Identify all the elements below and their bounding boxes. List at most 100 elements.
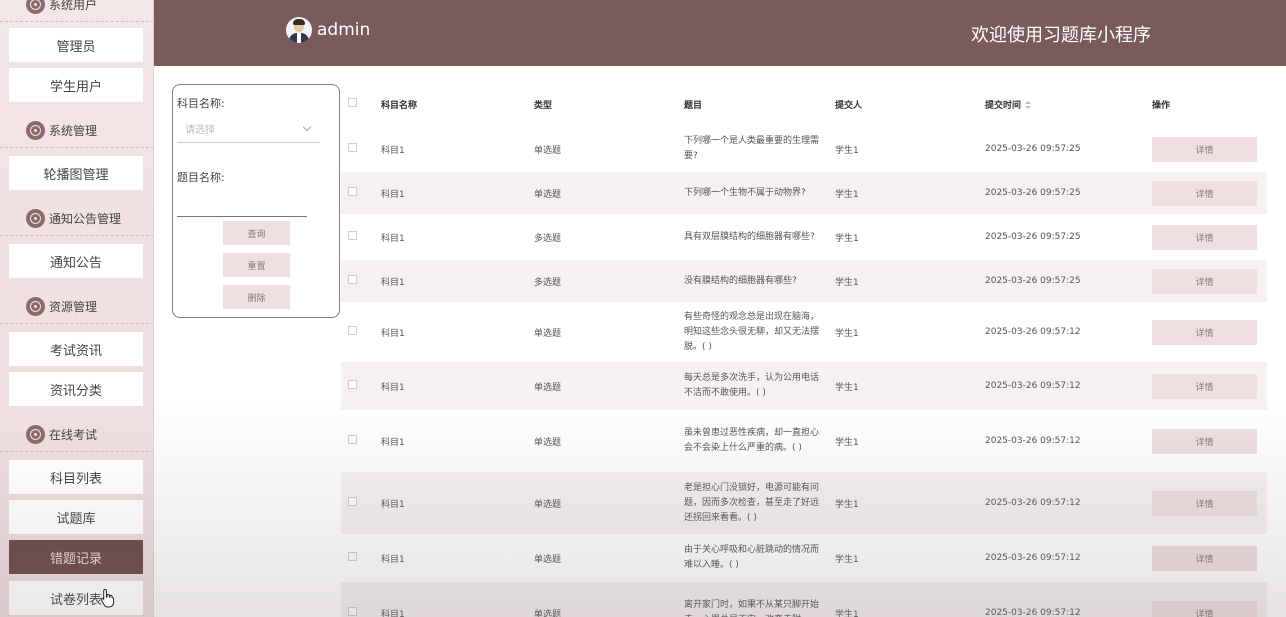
row-checkbox[interactable] — [348, 326, 357, 335]
hand-pointer-icon — [100, 588, 115, 608]
row-checkbox[interactable] — [348, 143, 357, 152]
detail-button[interactable]: 详情 — [1152, 268, 1257, 294]
sidebar-group-resources[interactable]: 资源管理 — [0, 290, 153, 324]
cell-question: 由于关心呼吸和心脏跳动的情况而难以入睡。( ) — [684, 534, 835, 582]
sidebar-item-wrong-answers[interactable]: 错题记录 — [9, 540, 143, 574]
sidebar-group-label: 通知公告管理 — [49, 212, 122, 226]
wrong-answers-table-container: 科目名称 类型 题目 提交人 提交时间 操作 科目1 单选题 下列哪一个是人类最… — [341, 82, 1267, 617]
detail-button[interactable]: 详情 — [1152, 136, 1257, 162]
row-checkbox[interactable] — [348, 275, 357, 284]
sidebar-item-exam-news[interactable]: 考试资讯 — [9, 332, 143, 366]
sidebar-item-question-bank[interactable]: 试题库 — [9, 500, 143, 534]
cell-subject: 科目1 — [381, 126, 534, 172]
column-header-action: 操作 — [1152, 82, 1267, 126]
detail-button[interactable]: 详情 — [1152, 180, 1257, 206]
row-checkbox[interactable] — [348, 607, 357, 616]
subject-select[interactable]: 请选择 — [177, 115, 320, 143]
cell-time: 2025-03-26 09:57:25 — [985, 126, 1152, 172]
cell-time: 2025-03-26 09:57:12 — [985, 472, 1152, 534]
question-input[interactable] — [177, 193, 307, 217]
wrong-answers-table: 科目名称 类型 题目 提交人 提交时间 操作 科目1 单选题 下列哪一个是人类最… — [341, 82, 1267, 617]
row-checkbox[interactable] — [348, 552, 357, 561]
cell-subject: 科目1 — [381, 410, 534, 472]
cell-question: 具有双层膜结构的细胞器有哪些? — [684, 214, 835, 260]
sidebar-group-online-exam[interactable]: 在线考试 — [0, 418, 153, 452]
detail-button[interactable]: 详情 — [1152, 373, 1257, 399]
sidebar-item-notices[interactable]: 通知公告 — [9, 244, 143, 278]
chevron-down-icon — [302, 122, 312, 132]
cell-submitter: 学生1 — [835, 172, 985, 214]
sidebar-group-system-management[interactable]: 系统管理 — [0, 114, 153, 148]
cell-submitter: 学生1 — [835, 534, 985, 582]
cell-submitter: 学生1 — [835, 214, 985, 260]
sidebar-group-label: 在线考试 — [49, 428, 98, 442]
column-header-subject: 科目名称 — [381, 82, 534, 126]
detail-button[interactable]: 详情 — [1152, 319, 1257, 345]
sidebar-item-students[interactable]: 学生用户 — [9, 68, 143, 102]
row-checkbox[interactable] — [348, 435, 357, 444]
column-header-type: 类型 — [534, 82, 684, 126]
detail-button[interactable]: 详情 — [1152, 490, 1257, 516]
sort-icon[interactable] — [1025, 101, 1032, 109]
column-header-time[interactable]: 提交时间 — [985, 82, 1152, 126]
detail-button[interactable]: 详情 — [1152, 224, 1257, 250]
cell-type: 单选题 — [534, 582, 684, 617]
avatar[interactable] — [286, 17, 312, 43]
sidebar-item-carousel[interactable]: 轮播图管理 — [9, 156, 143, 190]
table-row: 科目1 单选题 每天总是多次洗手，认为公用电话不洁而不敢使用。( ) 学生1 2… — [341, 362, 1267, 410]
sidebar-item-exam-papers[interactable]: 试卷列表 — [9, 581, 143, 615]
row-checkbox[interactable] — [348, 380, 357, 389]
cell-time: 2025-03-26 09:57:12 — [985, 362, 1152, 410]
detail-button[interactable]: 详情 — [1152, 545, 1257, 571]
sidebar-group-label: 系统用户 — [49, 0, 98, 12]
subject-label: 科目名称: — [177, 97, 225, 110]
table-row: 科目1 多选题 没有膜结构的细胞器有哪些? 学生1 2025-03-26 09:… — [341, 260, 1267, 302]
row-checkbox[interactable] — [348, 497, 357, 506]
top-header: admin 欢迎使用习题库小程序 — [154, 0, 1286, 66]
query-button[interactable]: 查询 — [223, 221, 290, 245]
site-title: 欢迎使用习题库小程序 — [971, 25, 1151, 46]
row-checkbox[interactable] — [348, 187, 357, 196]
delete-button[interactable]: 删除 — [223, 285, 290, 309]
cell-subject: 科目1 — [381, 582, 534, 617]
cell-question: 老是担心门没锁好，电源可能有问题，因而多次检查，甚至走了好远还拐回来看看。( ) — [684, 472, 835, 534]
reset-button[interactable]: 重置 — [223, 253, 290, 277]
question-label: 题目名称: — [177, 171, 225, 184]
cell-time: 2025-03-26 09:57:12 — [985, 410, 1152, 472]
sidebar-item-subjects[interactable]: 科目列表 — [9, 460, 143, 494]
table-row: 科目1 单选题 老是担心门没锁好，电源可能有问题，因而多次检查，甚至走了好远还拐… — [341, 472, 1267, 534]
cell-type: 单选题 — [534, 172, 684, 214]
cell-submitter: 学生1 — [835, 410, 985, 472]
flower-icon — [26, 0, 45, 14]
select-all-checkbox[interactable] — [348, 98, 357, 107]
cell-submitter: 学生1 — [835, 260, 985, 302]
detail-button[interactable]: 详情 — [1152, 600, 1257, 617]
sidebar-group-label: 系统管理 — [49, 124, 98, 138]
table-row: 科目1 单选题 离开家门时，如果不从某只脚开始走，心里总是不安，改变走附 学生1… — [341, 582, 1267, 617]
cell-type: 单选题 — [534, 302, 684, 362]
cell-question: 离开家门时，如果不从某只脚开始走，心里总是不安，改变走附 — [684, 582, 835, 617]
sidebar-group-label: 资源管理 — [49, 300, 98, 314]
cell-subject: 科目1 — [381, 534, 534, 582]
table-row: 科目1 单选题 下列哪一个是人类最重要的生理需要? 学生1 2025-03-26… — [341, 126, 1267, 172]
search-panel: 科目名称: 请选择 题目名称: 查询 重置 删除 — [172, 84, 340, 318]
flower-icon — [26, 209, 45, 228]
cell-type: 单选题 — [534, 410, 684, 472]
sidebar-group-system-users[interactable]: 系统用户 — [0, 0, 153, 22]
cell-subject: 科目1 — [381, 302, 534, 362]
sidebar-item-admins[interactable]: 管理员 — [9, 28, 143, 62]
detail-button[interactable]: 详情 — [1152, 428, 1257, 454]
row-checkbox[interactable] — [348, 231, 357, 240]
cell-submitter: 学生1 — [835, 472, 985, 534]
sidebar: 系统用户 管理员 学生用户 系统管理 轮播图管理 通知公告管理 通知公告 资源管… — [0, 0, 154, 617]
cell-type: 多选题 — [534, 214, 684, 260]
cell-subject: 科目1 — [381, 472, 534, 534]
sidebar-group-notice-management[interactable]: 通知公告管理 — [0, 202, 153, 236]
cell-subject: 科目1 — [381, 172, 534, 214]
sidebar-item-news-categories[interactable]: 资讯分类 — [9, 372, 143, 406]
cell-submitter: 学生1 — [835, 126, 985, 172]
table-header-row: 科目名称 类型 题目 提交人 提交时间 操作 — [341, 82, 1267, 126]
cell-subject: 科目1 — [381, 260, 534, 302]
cell-type: 多选题 — [534, 260, 684, 302]
cell-submitter: 学生1 — [835, 302, 985, 362]
